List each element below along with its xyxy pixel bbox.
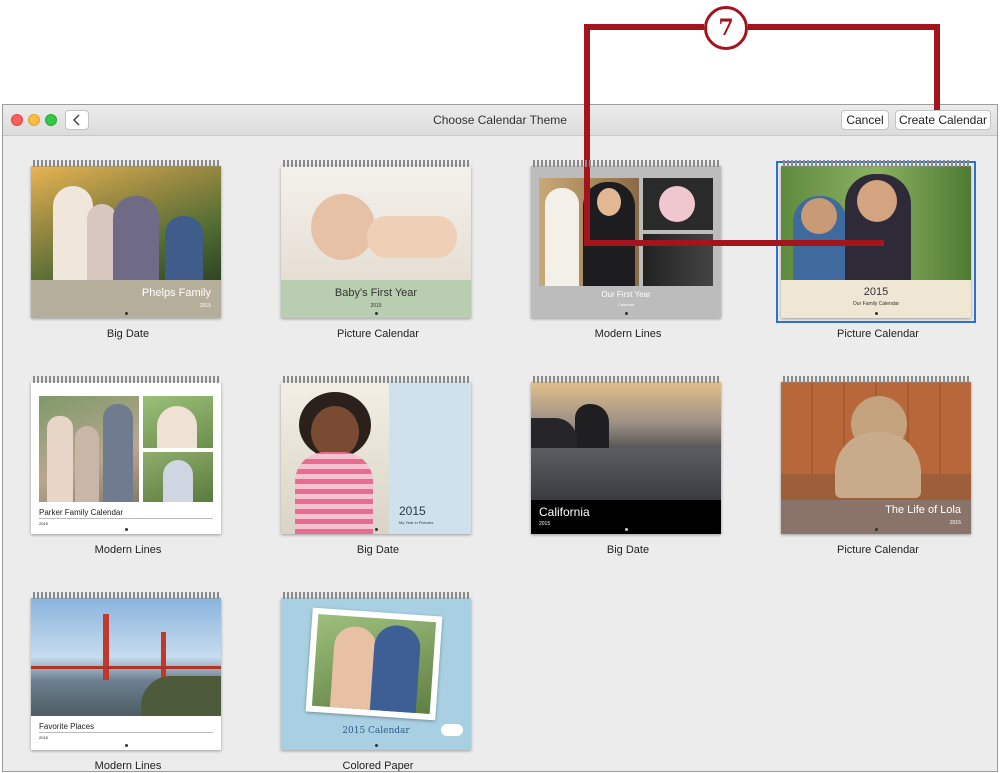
kids-photo	[143, 396, 213, 448]
kids-kiss-photo	[305, 607, 443, 721]
calendar-thumbnail[interactable]: Favorite Places 2015	[31, 592, 221, 750]
calendar-thumbnail[interactable]: Parker Family Calendar 2015	[31, 376, 221, 534]
spiral-binding	[283, 592, 469, 599]
spiral-binding	[33, 160, 219, 167]
kids-photo	[781, 166, 971, 280]
spiral-binding	[283, 376, 469, 383]
cancel-button[interactable]: Cancel	[841, 110, 889, 130]
calendar-year: 2015	[39, 521, 48, 526]
callout-line-bottom	[584, 240, 884, 246]
callout-line-right	[934, 24, 940, 110]
calendar-thumbnail[interactable]: California 2015	[531, 376, 721, 534]
calendar-subtitle: Our Family Calendar	[852, 301, 900, 307]
golden-gate-photo	[31, 598, 221, 716]
theme-label: Big Date	[106, 328, 150, 340]
calendar-subtitle: Calendar	[617, 302, 635, 307]
beach-sunset-photo	[531, 382, 721, 500]
bouquet-photo	[643, 178, 713, 230]
page-dot	[374, 744, 378, 747]
spiral-binding	[33, 376, 219, 383]
spiral-binding	[533, 376, 719, 383]
page-dot	[624, 312, 628, 315]
title-bar: Choose Calendar Theme Cancel Create Cale…	[3, 105, 997, 136]
spiral-binding	[533, 160, 719, 167]
choose-calendar-theme-window: Choose Calendar Theme Cancel Create Cale…	[2, 104, 998, 772]
calendar-thumbnail[interactable]: Phelps Family 2015	[31, 160, 221, 318]
calendar-subtitle: My Year in Pictures	[399, 520, 434, 525]
spiral-binding	[33, 592, 219, 599]
page-dot	[374, 312, 378, 315]
calendar-caption: Favorite Places	[39, 722, 95, 731]
theme-label: Big Date	[356, 544, 400, 556]
calendar-year: 2015	[539, 521, 551, 527]
calendar-thumbnail[interactable]: The Life of Lola 2015	[781, 376, 971, 534]
calendar-caption: The Life of Lola	[885, 504, 961, 516]
calendar-caption: California	[539, 505, 590, 519]
baby-photo	[281, 166, 471, 280]
calendar-year: 2015	[370, 303, 382, 309]
family-photo	[39, 396, 139, 502]
calendar-caption: Our First Year	[601, 290, 651, 299]
theme-label: Picture Calendar	[837, 544, 919, 556]
page-dot	[874, 312, 878, 315]
calendar-caption: 2015	[863, 286, 889, 298]
page-dot	[124, 312, 128, 315]
calendar-thumbnail[interactable]: Our First Year Calendar	[531, 160, 721, 318]
theme-label: Picture Calendar	[837, 328, 919, 340]
page-dot	[374, 528, 378, 531]
calendar-caption: Parker Family Calendar	[39, 508, 124, 517]
calendar-thumbnail[interactable]: Baby's First Year 2015	[281, 160, 471, 318]
calendar-caption: Phelps Family	[141, 287, 211, 299]
callout-number-badge: 7	[704, 6, 748, 50]
callout-line-top-left	[584, 24, 704, 30]
calendar-thumbnail[interactable]: 2015 My Year in Pictures	[281, 376, 471, 534]
theme-label: Big Date	[606, 544, 650, 556]
callout-line-top-right	[748, 24, 940, 30]
cloud-icon	[441, 724, 463, 736]
spiral-binding	[783, 160, 969, 167]
theme-label: Modern Lines	[94, 760, 162, 772]
calendar-year: 2015	[39, 735, 48, 740]
smiling-girl-photo	[281, 382, 389, 534]
page-dot	[874, 528, 878, 531]
spiral-binding	[283, 160, 469, 167]
page-dot	[624, 528, 628, 531]
theme-label: Modern Lines	[594, 328, 662, 340]
page-dot	[124, 744, 128, 747]
theme-label: Colored Paper	[342, 760, 414, 772]
calendar-thumbnail[interactable]: 2015 Our Family Calendar	[776, 160, 976, 323]
boy-photo	[143, 452, 213, 502]
calendar-caption: 2015	[399, 504, 426, 518]
theme-label: Picture Calendar	[337, 328, 419, 340]
page-dot	[124, 528, 128, 531]
theme-label: Modern Lines	[94, 544, 162, 556]
dog-photo	[781, 382, 971, 500]
calendar-caption: Baby's First Year	[334, 287, 418, 299]
calendar-year: 2015	[949, 520, 961, 526]
create-calendar-button[interactable]: Create Calendar	[895, 110, 991, 130]
calendar-year: 2015	[199, 303, 211, 309]
family-photo	[31, 166, 221, 280]
calendar-thumbnail[interactable]: 2015 Calendar	[281, 592, 471, 750]
callout-line-left	[584, 24, 590, 246]
spiral-binding	[783, 376, 969, 383]
